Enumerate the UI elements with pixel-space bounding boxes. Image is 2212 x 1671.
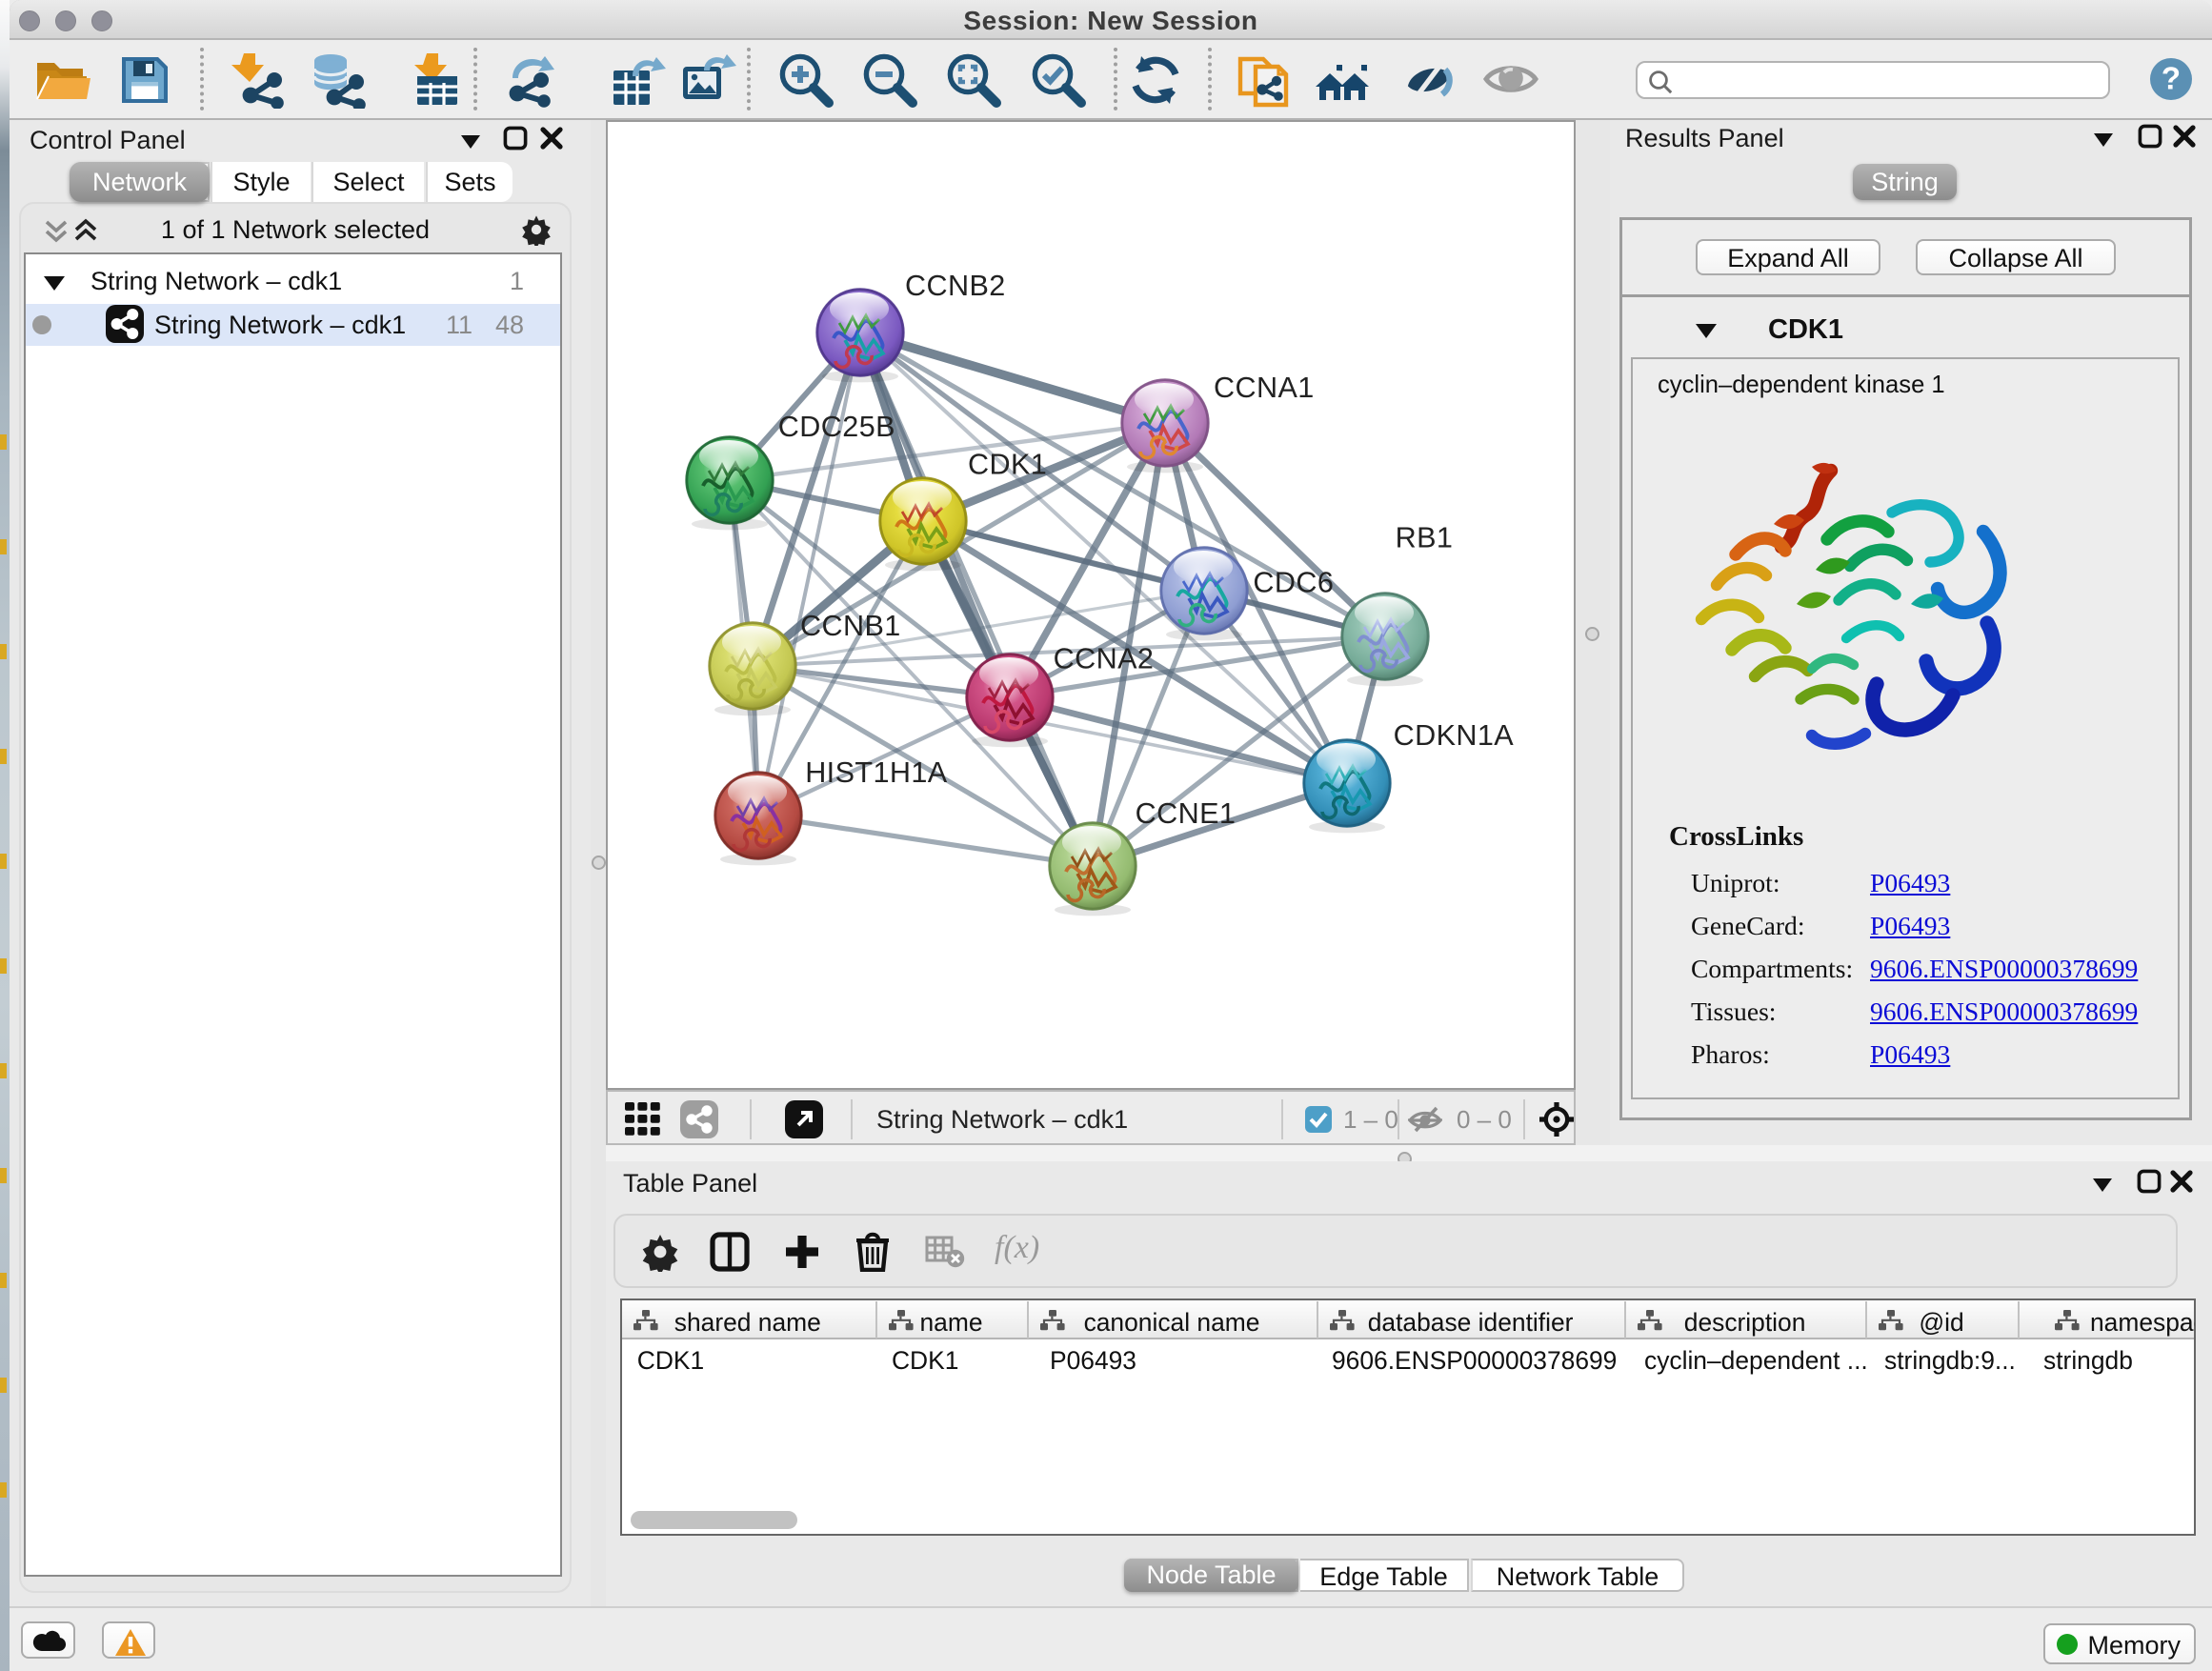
svg-text:CDC6: CDC6: [1253, 566, 1334, 598]
svg-text:RB1: RB1: [1396, 521, 1454, 554]
svg-text:CCNB1: CCNB1: [800, 610, 901, 642]
svg-text:CCNB2: CCNB2: [905, 270, 1006, 302]
svg-text:?: ?: [2162, 61, 2181, 96]
svg-text:CCNE1: CCNE1: [1136, 797, 1237, 830]
svg-text:CDKN1A: CDKN1A: [1394, 719, 1515, 752]
svg-text:HIST1H1A: HIST1H1A: [805, 756, 948, 789]
svg-text:CDC25B: CDC25B: [778, 411, 895, 443]
svg-text:CDK1: CDK1: [968, 449, 1047, 481]
svg-text:CCNA2: CCNA2: [1054, 642, 1155, 674]
svg-text:CCNA1: CCNA1: [1214, 372, 1315, 404]
